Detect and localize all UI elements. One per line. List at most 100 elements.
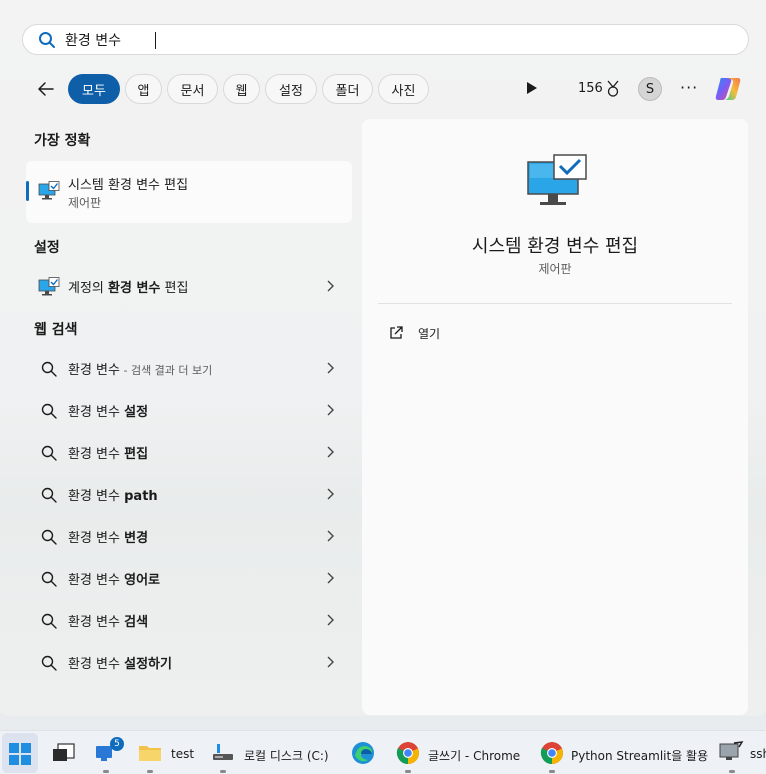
settings-heading: 설정 xyxy=(34,240,60,256)
best-match-title: 시스템 환경 변수 편집 xyxy=(68,178,189,193)
search-input[interactable] xyxy=(65,30,725,50)
web-result-item[interactable]: 환경 변수 설정하기 xyxy=(26,643,352,681)
web-result-item[interactable]: 환경 변수 path xyxy=(26,475,352,513)
web-result-label: 환경 변수 변경 xyxy=(68,531,149,546)
tab-all[interactable]: 모두 xyxy=(68,74,120,104)
avatar[interactable]: S xyxy=(638,77,662,101)
web-result-label: 환경 변수 검색 xyxy=(68,615,149,630)
taskbar-label: ssh xyxy=(750,747,766,761)
notification-badge: 5 xyxy=(110,737,124,751)
running-indicator xyxy=(147,770,153,773)
taskbar-ssh[interactable]: ssh xyxy=(716,731,766,774)
open-external-icon xyxy=(390,326,403,339)
tab-photos[interactable]: 사진 xyxy=(378,74,429,104)
selection-indicator xyxy=(26,181,29,201)
web-result-item[interactable]: 환경 변수 검색 xyxy=(26,601,352,639)
edge-browser-icon xyxy=(352,742,374,764)
chevron-right-icon xyxy=(327,572,334,584)
web-result-label: 환경 변수 편집 xyxy=(68,447,149,462)
text-caret xyxy=(155,32,156,49)
taskbar-chrome-writing[interactable]: 글쓰기 - Chrome xyxy=(392,731,528,774)
chevron-right-icon xyxy=(327,488,334,500)
rewards-points[interactable]: 156 xyxy=(578,81,603,96)
control-panel-monitor-icon xyxy=(38,277,60,296)
tab-documents[interactable]: 문서 xyxy=(167,74,218,104)
search-icon xyxy=(41,571,57,587)
web-result-item[interactable]: 환경 변수 설정 xyxy=(26,391,352,429)
web-result-item[interactable]: 환경 변수 변경 xyxy=(26,517,352,555)
control-panel-monitor-icon xyxy=(527,154,587,205)
search-icon xyxy=(41,613,57,629)
taskbar-edge[interactable] xyxy=(346,731,382,774)
chevron-right-icon xyxy=(327,614,334,626)
taskbar-label: 로컬 디스크 (C:) xyxy=(244,749,329,763)
search-icon xyxy=(41,403,57,419)
task-view-button[interactable] xyxy=(46,731,82,774)
web-result-label: 환경 변수 - 검색 결과 더 보기 xyxy=(68,363,213,378)
start-search-panel: 모두 앱 문서 웹 설정 폴더 사진 156 S ··· 가장 xyxy=(0,0,766,716)
tab-settings[interactable]: 설정 xyxy=(265,74,317,104)
web-result-item[interactable]: 환경 변수 - 검색 결과 더 보기 xyxy=(26,349,352,387)
detail-pane: 시스템 환경 변수 편집 제어판 열기 xyxy=(362,119,748,715)
taskbar-chrome-streamlit[interactable]: Python Streamlit을 활용 xyxy=(536,731,709,774)
running-indicator xyxy=(103,770,109,773)
chevron-right-icon xyxy=(327,656,334,668)
chrome-icon xyxy=(540,742,563,764)
web-result-label: 환경 변수 path xyxy=(68,489,158,504)
tab-web[interactable]: 웹 xyxy=(223,74,260,104)
search-icon xyxy=(41,445,57,461)
task-view-icon xyxy=(53,743,75,761)
search-icon xyxy=(41,655,57,671)
chevron-right-icon xyxy=(327,404,334,416)
copilot-icon[interactable] xyxy=(712,73,744,105)
web-result-label: 환경 변수 설정 xyxy=(68,405,149,420)
rewards-medal-icon[interactable] xyxy=(605,80,621,98)
folder-icon xyxy=(139,746,161,761)
best-match-subtitle: 제어판 xyxy=(68,196,102,210)
web-result-label: 환경 변수 설정하기 xyxy=(68,657,172,672)
best-match-heading: 가장 정확 xyxy=(34,133,91,149)
taskbar-label: test xyxy=(171,747,195,761)
search-icon xyxy=(39,32,55,48)
settings-result-item[interactable]: 계정의 환경 변수 편집 xyxy=(26,267,352,305)
tab-folders[interactable]: 폴더 xyxy=(322,74,373,104)
mail-app-button[interactable]: 5 xyxy=(90,731,126,774)
chrome-icon xyxy=(396,742,419,764)
best-match-item[interactable]: 시스템 환경 변수 편집 제어판 xyxy=(26,161,352,223)
web-result-item[interactable]: 환경 변수 편집 xyxy=(26,433,352,471)
taskbar: 5 test 로컬 디스크 (C:) 글쓰기 - Chrome Python S… xyxy=(0,730,766,774)
play-icon[interactable] xyxy=(527,82,537,94)
chevron-right-icon xyxy=(327,446,334,458)
more-options-icon[interactable]: ··· xyxy=(680,78,698,97)
running-indicator xyxy=(729,770,735,773)
chevron-right-icon xyxy=(327,280,334,292)
taskbar-label: Python Streamlit을 활용 xyxy=(571,749,709,763)
taskbar-folder-test[interactable]: test xyxy=(136,731,198,774)
running-indicator xyxy=(549,770,555,773)
detail-subtitle: 제어판 xyxy=(538,262,572,276)
search-box[interactable] xyxy=(22,24,749,55)
settings-result-label: 계정의 환경 변수 편집 xyxy=(68,281,189,296)
search-icon xyxy=(41,529,57,545)
terminal-monitor-icon xyxy=(719,741,744,760)
windows-logo-icon xyxy=(9,743,31,765)
chevron-right-icon xyxy=(327,362,334,374)
drive-icon xyxy=(213,744,233,760)
running-indicator xyxy=(405,770,411,773)
web-result-label: 환경 변수 영어로 xyxy=(68,573,160,588)
running-indicator xyxy=(220,770,226,773)
taskbar-label: 글쓰기 - Chrome xyxy=(428,749,521,763)
chevron-right-icon xyxy=(327,530,334,542)
web-search-heading: 웹 검색 xyxy=(34,322,78,338)
control-panel-monitor-icon xyxy=(38,181,60,200)
search-icon xyxy=(41,487,57,503)
open-action-label: 열기 xyxy=(418,327,441,341)
tab-apps[interactable]: 앱 xyxy=(125,74,162,104)
web-result-item[interactable]: 환경 변수 영어로 xyxy=(26,559,352,597)
divider xyxy=(378,303,732,304)
filter-tabs: 모두 앱 문서 웹 설정 폴더 사진 156 S ··· xyxy=(0,73,766,105)
detail-title: 시스템 환경 변수 편집 xyxy=(471,236,639,257)
taskbar-local-disk[interactable]: 로컬 디스크 (C:) xyxy=(208,731,334,774)
start-button[interactable] xyxy=(0,731,40,774)
back-arrow-icon[interactable] xyxy=(36,79,56,99)
